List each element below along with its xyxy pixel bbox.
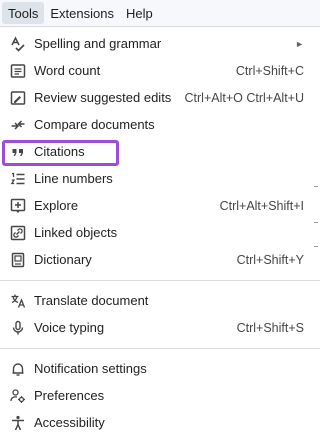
menu-item-explore[interactable]: Explore Ctrl+Alt+Shift+I (0, 192, 320, 219)
menu-extensions[interactable]: Extensions (44, 2, 120, 24)
quote-icon (10, 144, 26, 160)
edge-mark (314, 246, 318, 247)
menu-item-translate-document[interactable]: Translate document (0, 287, 320, 314)
spellcheck-icon (10, 35, 26, 52)
menu-item-label: Citations (34, 144, 85, 159)
menu-item-spelling-and-grammar[interactable]: Spelling and grammar ► (0, 30, 320, 57)
menu-item-label: Translate document (34, 293, 149, 308)
menu-item-citations[interactable]: Citations (0, 138, 320, 165)
compare-icon (10, 117, 26, 133)
menu-item-label: Explore (34, 198, 79, 213)
shortcut-text: Ctrl+Shift+Y (236, 252, 304, 267)
preferences-icon (10, 388, 26, 404)
menu-item-label: Review suggested edits (34, 90, 172, 105)
submenu-arrow-icon: ► (295, 38, 304, 49)
menu-divider (0, 348, 320, 349)
menu-item-label: Line numbers (34, 171, 113, 186)
word-count-icon (10, 63, 26, 79)
explore-icon (10, 198, 26, 214)
shortcut-text: Ctrl+Shift+C (235, 63, 304, 78)
tools-dropdown-menu: Spelling and grammar ► Word count Ctrl+S… (0, 27, 320, 445)
menu-item-compare-documents[interactable]: Compare documents (0, 111, 320, 138)
menu-item-preferences[interactable]: Preferences (0, 382, 320, 409)
menu-item-notification-settings[interactable]: Notification settings (0, 355, 320, 382)
menu-item-label: Voice typing (34, 320, 105, 335)
menu-item-review-suggested-edits[interactable]: Review suggested edits Ctrl+Alt+O Ctrl+A… (0, 84, 320, 111)
accessibility-icon (10, 415, 26, 431)
shortcut-text: Ctrl+Alt+Shift+I (219, 198, 304, 213)
edge-mark (314, 186, 318, 187)
translate-icon (10, 293, 26, 309)
line-numbers-icon (10, 171, 26, 187)
menu-divider (0, 280, 320, 281)
menu-item-word-count[interactable]: Word count Ctrl+Shift+C (0, 57, 320, 84)
dictionary-icon (10, 252, 26, 268)
menu-item-accessibility[interactable]: Accessibility (0, 409, 320, 436)
menu-item-label: Preferences (34, 388, 105, 403)
menu-item-label: Word count (34, 63, 101, 78)
menu-tools[interactable]: Tools (2, 2, 45, 24)
menu-item-voice-typing[interactable]: Voice typing Ctrl+Shift+S (0, 314, 320, 341)
menu-item-label: Spelling and grammar (34, 36, 162, 51)
menu-bar: Tools Extensions Help (0, 0, 320, 27)
menu-item-label: Notification settings (34, 361, 147, 376)
menu-item-label: Compare documents (34, 117, 155, 132)
edge-mark (314, 222, 318, 223)
link-objects-icon (10, 225, 26, 241)
menu-item-label: Linked objects (34, 225, 118, 240)
shortcut-text: Ctrl+Shift+S (236, 320, 304, 335)
bell-icon (10, 361, 26, 377)
menu-help[interactable]: Help (120, 2, 159, 24)
menu-item-dictionary[interactable]: Dictionary Ctrl+Shift+Y (0, 246, 320, 273)
menu-item-label: Dictionary (34, 252, 92, 267)
menu-item-label: Accessibility (34, 415, 105, 430)
microphone-icon (10, 320, 26, 336)
menu-item-linked-objects[interactable]: Linked objects (0, 219, 320, 246)
menu-item-line-numbers[interactable]: Line numbers (0, 165, 320, 192)
shortcut-text: Ctrl+Alt+O Ctrl+Alt+U (184, 90, 304, 105)
review-edits-icon (10, 90, 26, 106)
